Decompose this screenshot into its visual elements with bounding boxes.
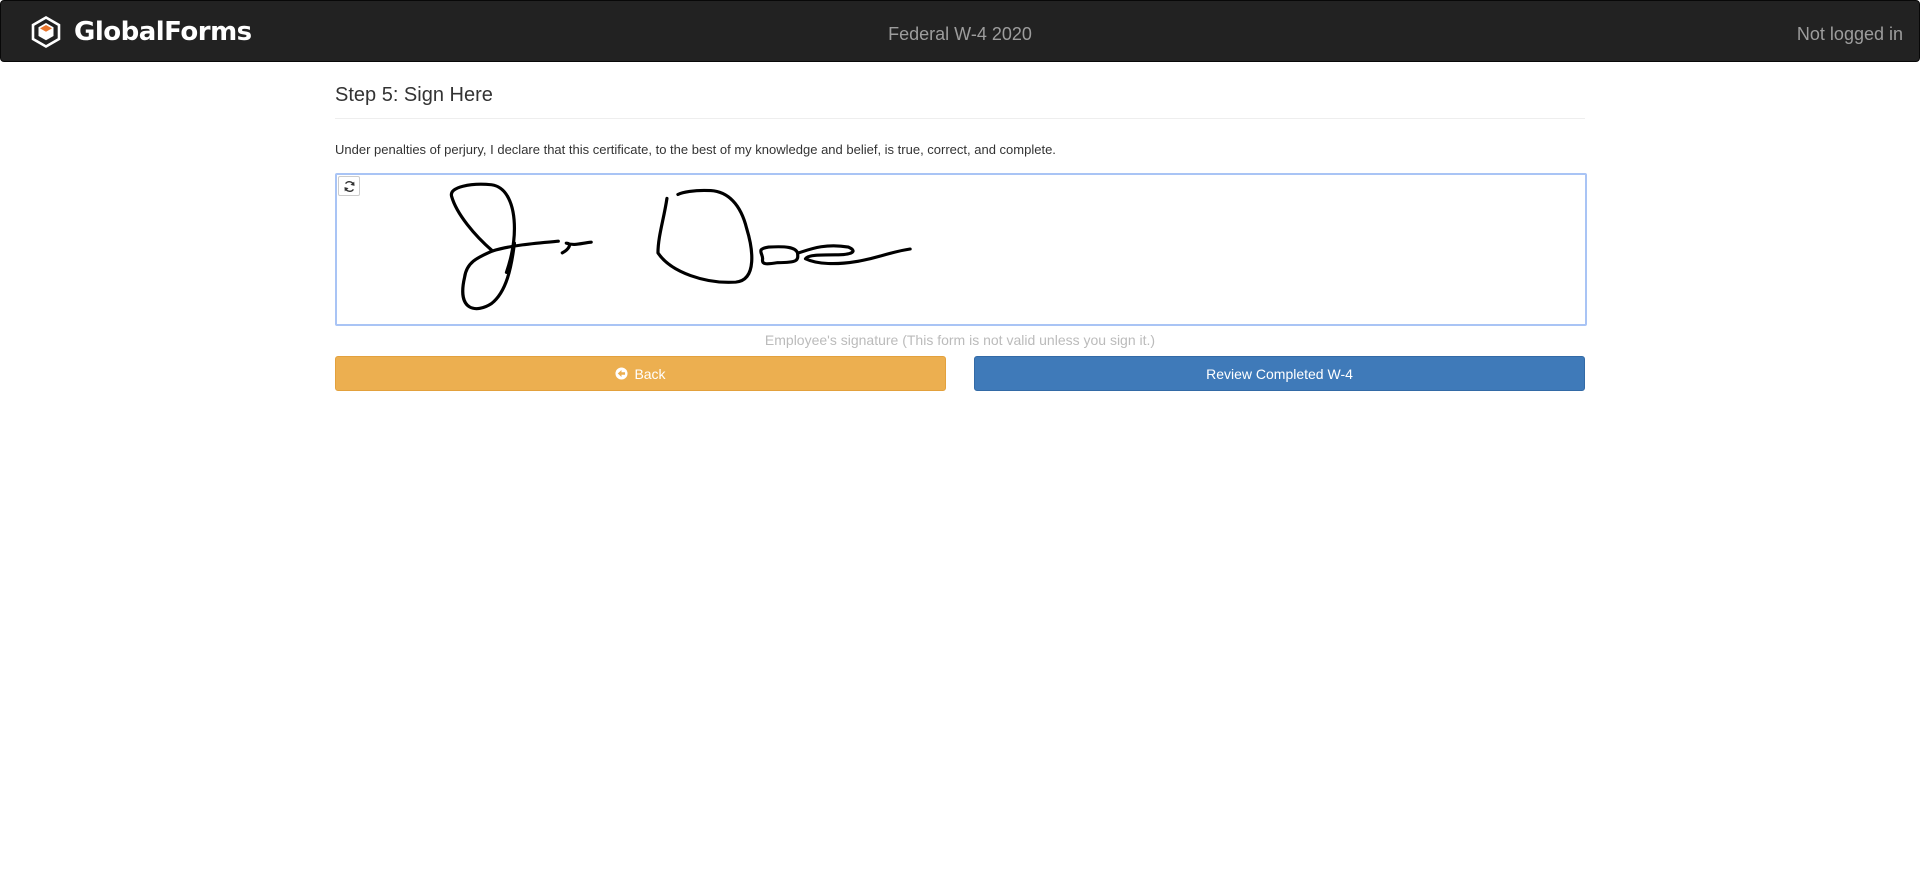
signature-caption: Employee's signature (This form is not v… xyxy=(764,332,1156,349)
top-navbar: GlobalForms Federal W-4 2020 Not logged … xyxy=(0,0,1920,62)
signature-strokes xyxy=(450,182,912,311)
page-title: Step 5: Sign Here xyxy=(335,84,493,106)
brand-link[interactable]: GlobalForms xyxy=(30,16,252,48)
back-button-label: Back xyxy=(634,365,666,382)
back-button[interactable]: Back xyxy=(335,356,946,392)
title-divider xyxy=(335,118,1585,119)
review-button-label: Review Completed W-4 xyxy=(1206,365,1353,382)
login-status: Not logged in xyxy=(1796,24,1903,44)
hexagon-cube-logo xyxy=(31,16,61,48)
signature-pad[interactable] xyxy=(335,173,1587,327)
main-content: Step 5: Sign Here Under penalties of per… xyxy=(335,62,1587,392)
arrow-circle-left-icon xyxy=(615,367,628,380)
action-buttons: Back Review Completed W-4 xyxy=(335,356,1585,392)
refresh-icon xyxy=(343,180,355,192)
perjury-declaration: Under penalties of perjury, I declare th… xyxy=(335,142,1056,157)
form-title: Federal W-4 2020 xyxy=(888,24,1032,44)
review-completed-button[interactable]: Review Completed W-4 xyxy=(974,356,1585,392)
brand-name: GlobalForms xyxy=(74,17,252,47)
signature-reset-button[interactable] xyxy=(338,176,360,197)
